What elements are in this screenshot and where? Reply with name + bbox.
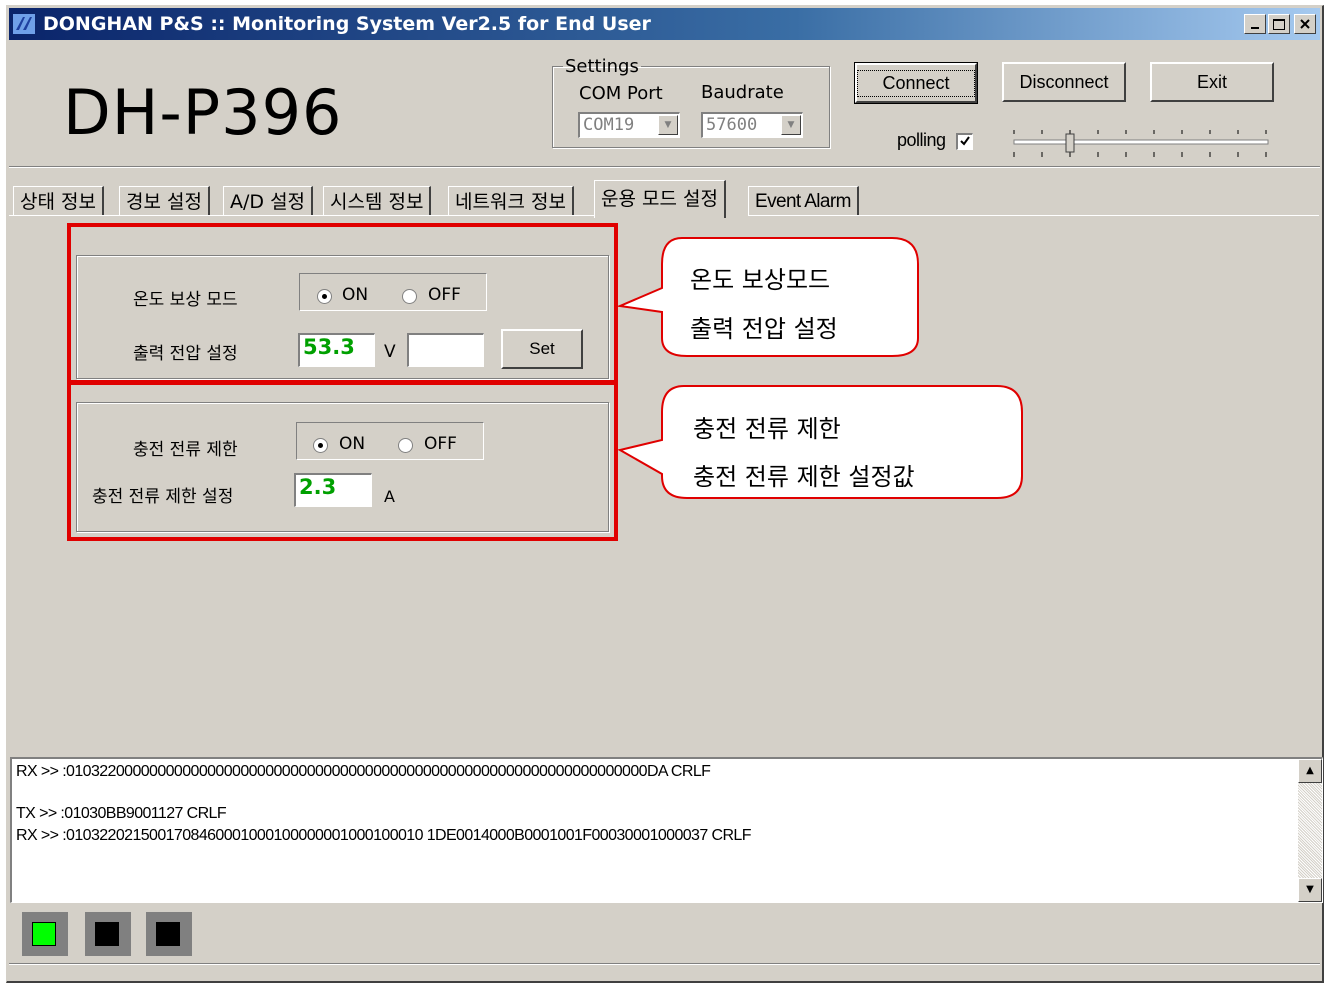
tab-event-alarm[interactable]: Event Alarm	[748, 186, 859, 216]
tab-baseline	[748, 215, 1319, 216]
exit-button-label: Exit	[1196, 71, 1227, 92]
disconnect-button-label: Disconnect	[1019, 71, 1109, 92]
chevron-down-icon[interactable]: ▼	[658, 115, 678, 135]
close-button[interactable]	[1294, 14, 1316, 34]
set-voltage-button[interactable]: Set	[501, 329, 583, 369]
com-port-select[interactable]: COM19 ▼	[578, 112, 680, 138]
output-voltage-value: 53.3	[303, 335, 355, 359]
set-button-label: Set	[529, 339, 555, 358]
settings-legend: Settings	[565, 56, 639, 77]
com-port-value: COM19	[583, 115, 635, 135]
tab-operation-mode[interactable]: 운용 모드 설정	[594, 180, 726, 218]
charge-limit-display: 2.3	[294, 473, 372, 507]
callout-1-line-2: 출력 전압 설정	[690, 315, 838, 343]
exit-button[interactable]: Exit	[1150, 62, 1274, 102]
com-port-label: COM Port	[579, 83, 663, 104]
communication-log[interactable]: RX >> :010322000000000000000000000000000…	[10, 757, 1323, 903]
baudrate-select[interactable]: 57600 ▼	[701, 112, 803, 138]
title-bar[interactable]: DONGHAN P&S :: Monitoring System Ver2.5 …	[9, 8, 1320, 40]
arrow-down-icon: ▼	[1306, 884, 1314, 895]
tab-baseline	[9, 215, 594, 216]
led-3-lamp	[156, 922, 180, 946]
charge-limit-off-label: OFF	[424, 434, 457, 454]
current-unit: A	[384, 487, 395, 506]
chevron-down-icon[interactable]: ▼	[781, 115, 801, 135]
indicator-led-1	[22, 912, 68, 956]
temp-mode-off-radio[interactable]	[402, 289, 417, 304]
callout-2-line-1: 충전 전류 제한	[693, 415, 841, 443]
disconnect-button[interactable]: Disconnect	[1002, 62, 1126, 102]
scroll-up-button[interactable]: ▲	[1298, 759, 1322, 783]
log-scrollbar[interactable]: ▲ ▼	[1298, 759, 1322, 902]
baudrate-label: Baudrate	[701, 82, 784, 103]
minimize-button[interactable]	[1244, 14, 1266, 34]
led-1-lamp	[32, 922, 56, 946]
temp-mode-on-radio[interactable]	[317, 289, 332, 304]
maximize-icon	[1273, 18, 1285, 30]
output-voltage-label: 출력 전압 설정	[133, 344, 238, 364]
charge-limit-label: 충전 전류 제한	[133, 440, 238, 460]
log-line: RX >> :010322021500170846000100010000000…	[16, 827, 751, 844]
charge-limit-setting-label: 충전 전류 제한 설정	[92, 487, 234, 507]
charge-limit-on-radio[interactable]	[313, 438, 328, 453]
charge-limit-off-radio[interactable]	[398, 438, 413, 453]
connect-button-label: Connect	[857, 69, 975, 97]
tab-system-info[interactable]: 시스템 정보	[323, 186, 432, 216]
close-icon	[1300, 19, 1310, 29]
connect-button[interactable]: Connect	[854, 62, 978, 104]
output-voltage-display: 53.3	[298, 333, 375, 367]
baudrate-value: 57600	[706, 115, 758, 135]
header-divider	[9, 166, 1320, 168]
charge-limit-on-label: ON	[339, 434, 366, 454]
window-title: DONGHAN P&S :: Monitoring System Ver2.5 …	[43, 13, 651, 35]
temp-mode-off-label: OFF	[428, 285, 461, 305]
model-name: DH-P396	[63, 76, 343, 149]
led-2-lamp	[95, 922, 119, 946]
polling-slider[interactable]	[1012, 124, 1274, 164]
scroll-track[interactable]	[1298, 783, 1322, 879]
log-line: TX >> :01030BB9001127 CRLF	[16, 805, 227, 822]
checkmark-icon	[960, 136, 970, 146]
scroll-down-button[interactable]: ▼	[1298, 878, 1322, 902]
tab-alarm-settings[interactable]: 경보 설정	[119, 186, 210, 216]
polling-checkbox[interactable]	[956, 133, 973, 150]
temp-mode-label: 온도 보상 모드	[133, 290, 238, 310]
arrow-up-icon: ▲	[1306, 765, 1314, 776]
tab-network-info[interactable]: 네트워크 정보	[448, 186, 574, 216]
output-voltage-input[interactable]	[407, 333, 484, 367]
app-icon	[13, 14, 35, 34]
polling-label: polling	[897, 130, 946, 150]
voltage-unit: V	[384, 342, 396, 362]
callout-2-line-2: 충전 전류 제한 설정값	[693, 463, 915, 491]
tab-ad-settings[interactable]: A/D 설정	[223, 186, 314, 216]
log-line: RX >> :010322000000000000000000000000000…	[16, 763, 711, 780]
temp-mode-on-label: ON	[342, 285, 369, 305]
indicator-led-2	[85, 912, 131, 956]
callout-1-line-1: 온도 보상모드	[690, 266, 831, 294]
status-divider	[9, 963, 1320, 965]
maximize-button[interactable]	[1268, 14, 1290, 34]
tab-status-info[interactable]: 상태 정보	[13, 186, 104, 216]
main-window: DONGHAN P&S :: Monitoring System Ver2.5 …	[6, 5, 1324, 983]
minimize-icon	[1251, 27, 1259, 29]
indicator-led-3	[146, 912, 192, 956]
charge-limit-value: 2.3	[299, 475, 337, 499]
